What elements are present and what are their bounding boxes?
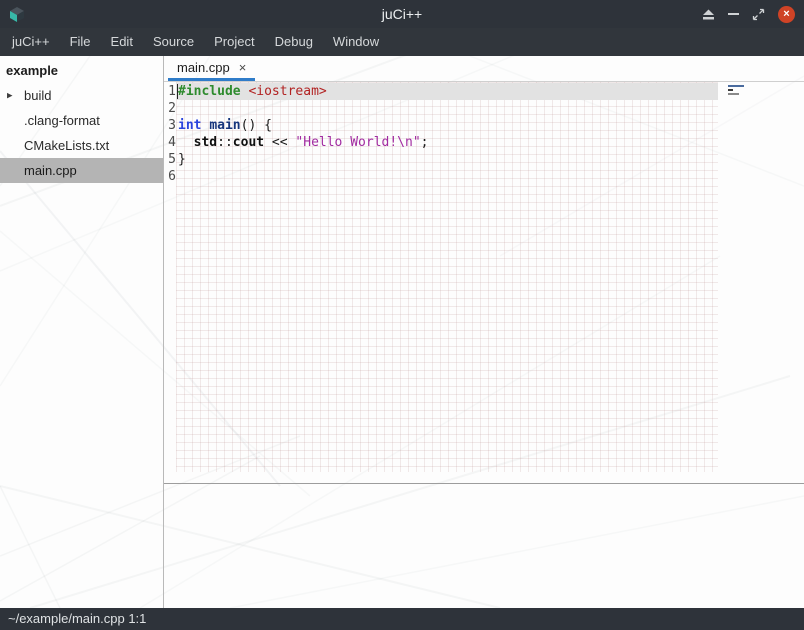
menu-edit[interactable]: Edit: [101, 28, 143, 56]
tree-item-label: CMakeLists.txt: [24, 138, 109, 153]
line-number: 2: [164, 100, 176, 117]
code-lines: 1#include <iostream>23int main() {4 std:…: [164, 82, 804, 185]
content-area: example ▸ build .clang-format CMakeLists.tx…: [0, 56, 804, 608]
tab-label: main.cpp: [177, 60, 230, 75]
output-panel[interactable]: [164, 483, 804, 608]
code-token: }: [178, 152, 186, 167]
tab-bar: main.cpp ×: [164, 56, 804, 82]
code-token: "Hello World!\n": [295, 135, 420, 150]
overview-mark: [728, 93, 739, 95]
code-token: cout: [233, 135, 264, 150]
menu-source[interactable]: Source: [143, 28, 204, 56]
code-line-3: 3int main() {: [164, 117, 804, 134]
tree-item-build[interactable]: ▸ build: [0, 83, 163, 108]
tree-item-cmakelists-txt[interactable]: CMakeLists.txt: [0, 133, 163, 158]
app-logo-icon: [8, 5, 26, 23]
titlebar: juCi++ ×: [0, 0, 804, 28]
code-token: ::: [217, 135, 233, 150]
menubar: juCi++FileEditSourceProjectDebugWindow: [0, 28, 804, 56]
line-number: 6: [164, 168, 176, 185]
expander-triangle-icon[interactable]: ▸: [7, 90, 13, 101]
code-editor[interactable]: 1#include <iostream>23int main() {4 std:…: [164, 82, 804, 483]
line-number: 3: [164, 117, 176, 134]
code-token: <iostream>: [248, 84, 326, 99]
window-title: juCi++: [382, 0, 422, 28]
main-column: main.cpp × 1#include <iostream>23int mai…: [164, 56, 804, 608]
code-token: <<: [264, 135, 295, 150]
file-tree: example ▸ build .clang-format CMakeLists.tx…: [0, 56, 164, 608]
project-root-label[interactable]: example: [0, 59, 163, 83]
code-line-6: 6: [164, 168, 804, 185]
line-number: 1: [164, 83, 176, 100]
eject-button[interactable]: [702, 8, 715, 21]
code-text: int main() {: [176, 117, 718, 134]
code-token: int: [178, 118, 201, 133]
line-number: 5: [164, 151, 176, 168]
maximize-button[interactable]: [752, 8, 765, 21]
code-token: main: [209, 118, 240, 133]
menu-debug[interactable]: Debug: [265, 28, 323, 56]
app-window: juCi++ × juCi++FileEditSourceProjectDebu…: [0, 0, 804, 630]
scroll-overview[interactable]: [728, 85, 750, 97]
code-token: #include: [178, 84, 241, 99]
overview-mark: [728, 85, 744, 87]
code-token: std: [194, 135, 217, 150]
close-button[interactable]: ×: [778, 6, 795, 23]
minimize-button[interactable]: [728, 13, 739, 15]
tree-item-main-cpp[interactable]: main.cpp: [0, 158, 163, 183]
status-bar: ~/example/main.cpp 1:1: [0, 608, 804, 630]
tree-item-label: main.cpp: [24, 163, 77, 178]
menu-window[interactable]: Window: [323, 28, 389, 56]
code-line-1: 1#include <iostream>: [164, 83, 804, 100]
overview-mark: [728, 89, 733, 91]
tree-item--clang-format[interactable]: .clang-format: [0, 108, 163, 133]
tab-close-icon[interactable]: ×: [239, 61, 247, 74]
code-token: () {: [241, 118, 272, 133]
code-text: #include <iostream>: [176, 83, 718, 100]
menu-file[interactable]: File: [60, 28, 101, 56]
code-text: std::cout << "Hello World!\n";: [176, 134, 718, 151]
tab-main-cpp[interactable]: main.cpp ×: [168, 56, 255, 81]
tree-item-label: .clang-format: [24, 113, 100, 128]
code-text: [176, 168, 718, 185]
menu-project[interactable]: Project: [204, 28, 264, 56]
code-line-5: 5}: [164, 151, 804, 168]
line-number: 4: [164, 134, 176, 151]
window-controls: ×: [702, 0, 795, 28]
code-token: [178, 135, 194, 150]
code-text: [176, 100, 718, 117]
file-list: ▸ build .clang-format CMakeLists.txt main.cp…: [0, 83, 163, 183]
code-line-4: 4 std::cout << "Hello World!\n";: [164, 134, 804, 151]
code-line-2: 2: [164, 100, 804, 117]
menu-juci[interactable]: juCi++: [2, 28, 60, 56]
tree-item-label: build: [24, 88, 51, 103]
code-text: }: [176, 151, 718, 168]
text-caret: [177, 84, 178, 99]
status-text: ~/example/main.cpp 1:1: [8, 611, 146, 626]
code-token: ;: [421, 135, 429, 150]
